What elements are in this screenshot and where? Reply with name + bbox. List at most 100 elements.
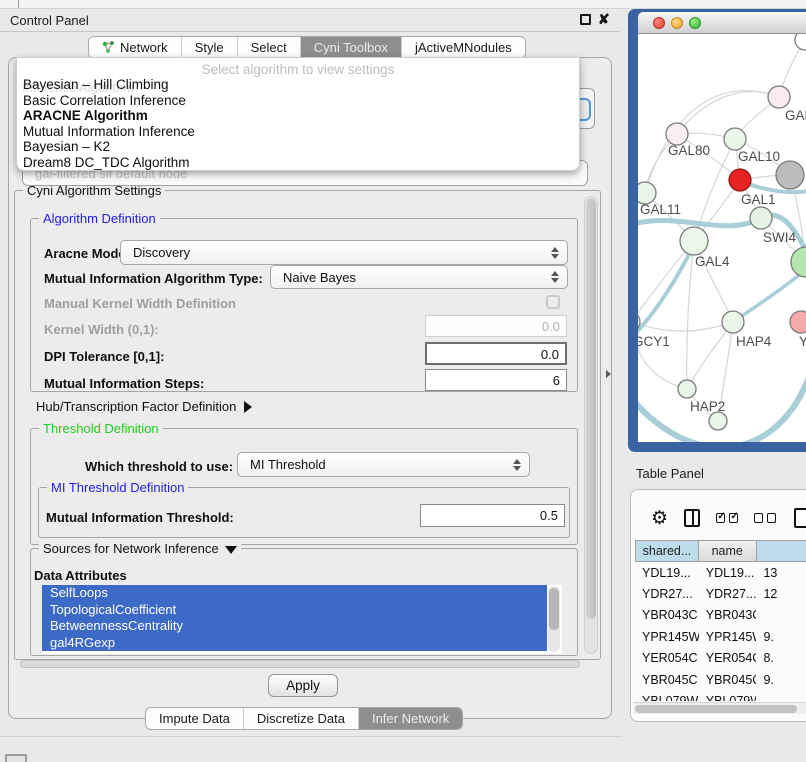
column-header-shared[interactable]: shared...	[635, 540, 699, 562]
mi-threshold-group-title: MI Threshold Definition	[47, 480, 188, 495]
graph-node-gal1[interactable]	[729, 169, 751, 191]
table-row[interactable]: YPR145WYPR145W9.	[635, 626, 806, 647]
graph-node[interactable]	[709, 412, 727, 430]
unchecked-checkbox-icon[interactable]	[754, 513, 763, 523]
graph-node[interactable]	[791, 247, 806, 277]
graph-node-gal11[interactable]	[638, 182, 656, 204]
tab-cyni-toolbox[interactable]: Cyni Toolbox	[301, 37, 402, 58]
algorithm-option-bayesian-k2[interactable]: Bayesian – K2	[17, 139, 579, 155]
graph-node-label: SWI4	[763, 230, 796, 245]
mi-type-combo[interactable]: Naive Bayes	[270, 265, 568, 289]
attributes-scrollbar-thumb[interactable]	[549, 588, 559, 630]
graph-node-y[interactable]	[790, 311, 806, 333]
tab-jactivemnodules[interactable]: jActiveMNodules	[402, 37, 525, 58]
graph-node-gal4[interactable]	[680, 227, 708, 255]
attribute-item-topologicalcoefficient[interactable]: TopologicalCoefficient	[42, 602, 547, 619]
mi-threshold-field[interactable]: 0.5	[420, 504, 565, 527]
settings-hscrollbar-thumb[interactable]	[20, 660, 580, 668]
attribute-item-betweennesscentrality[interactable]: BetweennessCentrality	[42, 618, 547, 635]
table-row[interactable]: YDR27...YDR27...12	[635, 583, 806, 604]
graph-node-label: GAL80	[668, 143, 710, 158]
split-columns-icon[interactable]	[684, 509, 700, 527]
attributes-scrollbar[interactable]	[548, 586, 560, 652]
tab-select[interactable]: Select	[238, 37, 301, 58]
table-row[interactable]: YBR043CYBR043C	[635, 605, 806, 626]
checked-checkbox-icon[interactable]	[716, 513, 725, 523]
apply-button[interactable]: Apply	[268, 674, 338, 697]
graph-node-swi4[interactable]	[750, 207, 772, 229]
checked-checkbox-icon[interactable]	[729, 513, 738, 523]
data-attributes-list[interactable]: SelfLoopsTopologicalCoefficientBetweenne…	[42, 585, 562, 654]
settings-scrollbar[interactable]	[584, 196, 598, 654]
table-cell: YBR045C	[699, 669, 757, 690]
graph-node-gal[interactable]	[768, 86, 790, 108]
graph-node-hap4[interactable]	[722, 311, 744, 333]
table-cell: YBR043C	[699, 605, 757, 626]
settings-scrollbar-thumb[interactable]	[586, 199, 596, 619]
graph-node[interactable]	[776, 161, 804, 189]
graph-node-label: GAL4	[695, 254, 730, 269]
close-icon[interactable]: ✘	[598, 11, 610, 28]
algorithm-option-dream8-dc-tdc-algorithm[interactable]: Dream8 DC_TDC Algorithm	[17, 155, 579, 171]
table-hscrollbar-thumb[interactable]	[635, 705, 797, 713]
document-icon[interactable]	[794, 508, 806, 528]
table-row[interactable]: YDL19...YDL19...13	[635, 562, 806, 583]
which-threshold-combo[interactable]: MI Threshold	[237, 452, 530, 477]
table-row[interactable]: YBL079WYBL079W	[635, 690, 806, 701]
hub-definition-expander[interactable]: Hub/Transcription Factor Definition	[36, 399, 252, 414]
network-view-window[interactable]: GALGAL80GAL10GAL1GAL11SWI4GAL4GCY1HAP4YH…	[628, 9, 806, 452]
aracne-mode-label: Aracne Mode:	[44, 246, 130, 261]
bottom-tabbar: Impute DataDiscretize DataInfer Network	[145, 707, 463, 730]
graph-node[interactable]	[795, 34, 806, 50]
minimized-panel-button[interactable]	[5, 754, 27, 762]
gear-icon[interactable]: ⚙	[651, 509, 668, 528]
graph-node-hap2[interactable]	[678, 380, 696, 398]
control-panel-tabbar: Network Style Select Cyni ToolboxjActiveMNo…	[88, 36, 526, 59]
table-cell: YBR045C	[635, 669, 699, 690]
close-traffic-light-icon[interactable]	[653, 17, 665, 29]
table-cell: 9.	[756, 626, 806, 647]
algorithm-option-mutual-information-inference[interactable]: Mutual Information Inference	[17, 124, 579, 140]
attribute-item-selfloops[interactable]: SelfLoops	[42, 585, 547, 602]
graph-node-label: GAL1	[741, 192, 776, 207]
manual-kernel-checkbox[interactable]	[546, 295, 560, 309]
expander-collapsed-icon	[244, 401, 252, 413]
algorithm-dropdown-list[interactable]: Select algorithm to view settings Bayesi…	[16, 57, 580, 171]
graph-node-label: GAL	[785, 108, 806, 123]
table-row[interactable]: YER054CYER054C8.	[635, 648, 806, 669]
bottom-tab-discretize-data[interactable]: Discretize Data	[244, 708, 359, 729]
table-row[interactable]: YBR045CYBR045C9.	[635, 669, 806, 690]
bottom-tab-impute-data[interactable]: Impute Data	[146, 708, 244, 729]
tab-network[interactable]: Network	[89, 37, 182, 58]
bottom-tab-infer-network[interactable]: Infer Network	[359, 708, 462, 729]
tab-label: Network	[120, 40, 168, 55]
table-hscrollbar[interactable]	[633, 702, 806, 714]
attribute-item-gal4rgexp[interactable]: gal4RGexp	[42, 635, 547, 652]
float-window-icon[interactable]	[580, 14, 591, 25]
splitter-collapse-icon[interactable]	[606, 370, 611, 378]
algorithm-definition-title: Algorithm Definition	[39, 211, 160, 226]
tab-style[interactable]: Style	[182, 37, 238, 58]
column-header-clipped[interactable]	[757, 540, 806, 562]
zoom-traffic-light-icon[interactable]	[689, 17, 701, 29]
algorithm-dropdown-placeholder: Select algorithm to view settings	[17, 58, 579, 77]
aracne-mode-combo[interactable]: Discovery	[120, 240, 568, 265]
column-header-name[interactable]: name	[699, 540, 757, 562]
mi-steps-field[interactable]: 6	[425, 369, 567, 391]
tab-label: Select	[251, 40, 287, 55]
combo-spinner-icon	[547, 247, 563, 259]
network-window-titlebar[interactable]	[638, 12, 806, 34]
dpi-tolerance-field[interactable]: 0.0	[425, 342, 567, 365]
table-cell: 8.	[756, 648, 806, 669]
graph-node-label: Y	[799, 334, 806, 349]
unchecked-checkbox-icon[interactable]	[767, 513, 776, 523]
minimize-traffic-light-icon[interactable]	[671, 17, 683, 29]
tab-label: Style	[195, 40, 224, 55]
which-threshold-label: Which threshold to use:	[85, 459, 233, 474]
network-canvas[interactable]: GALGAL80GAL10GAL1GAL11SWI4GAL4GCY1HAP4YH…	[638, 34, 806, 442]
kernel-width-field[interactable]: 0.0	[425, 315, 567, 337]
graph-node-gal10[interactable]	[724, 128, 746, 150]
algorithm-option-aracne-algorithm[interactable]: ARACNE Algorithm	[17, 108, 579, 124]
graph-node-gal80[interactable]	[666, 123, 688, 145]
table-cell: YBL079W	[699, 690, 757, 701]
